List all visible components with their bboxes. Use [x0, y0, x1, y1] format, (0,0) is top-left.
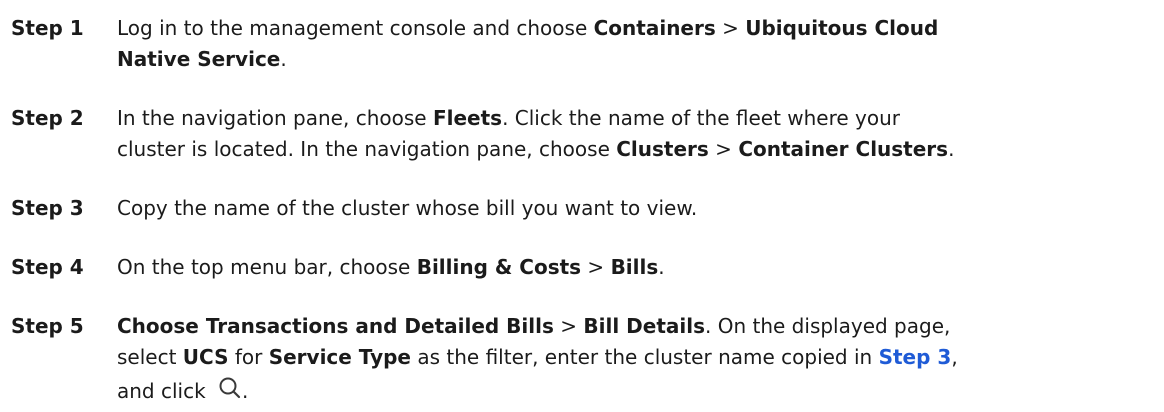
- step-cross-reference-link[interactable]: Step 3: [879, 345, 952, 369]
- step-label: Step 4: [11, 255, 84, 279]
- step-text-line: cluster is located. In the navigation pa…: [117, 134, 1157, 165]
- step-text-line: In the navigation pane, choose Fleets. C…: [117, 103, 1157, 134]
- step-text-line: Copy the name of the cluster whose bill …: [117, 193, 1157, 224]
- step-body: Choose Transactions and Detailed Bills >…: [117, 311, 1157, 410]
- step-text-line: select UCS for Service Type as the filte…: [117, 342, 1157, 373]
- step-text: and click: [117, 379, 213, 403]
- step-text: >: [553, 314, 584, 338]
- ui-term: Bills: [610, 255, 659, 279]
- ui-term: Ubiquitous Cloud: [745, 16, 939, 40]
- step-text: select: [117, 345, 183, 369]
- procedure-steps: Step 1 Log in to the management console …: [0, 0, 1164, 405]
- step-text: . On the displayed page,: [705, 314, 951, 338]
- step-text: .: [280, 47, 287, 71]
- step-text: as the filter, enter the cluster name co…: [411, 345, 879, 369]
- ui-term: Containers: [593, 16, 716, 40]
- step-text: . Click the name of the fleet where your: [502, 106, 901, 130]
- ui-term: Service Type: [268, 345, 411, 369]
- ui-term: Choose: [117, 314, 206, 338]
- ui-term: Transactions and Detailed Bills: [205, 314, 554, 338]
- step-text: In the navigation pane, choose: [117, 106, 433, 130]
- search-icon: [218, 375, 242, 399]
- step-label: Step 2: [11, 106, 84, 130]
- step-text: .: [242, 379, 249, 403]
- step-text: >: [581, 255, 611, 279]
- ui-term: Billing & Costs: [416, 255, 582, 279]
- step-body: In the navigation pane, choose Fleets. C…: [117, 103, 1157, 165]
- step-body: Log in to the management console and cho…: [117, 13, 1157, 75]
- step-text-line: Choose Transactions and Detailed Bills >…: [117, 311, 1157, 342]
- step-label: Step 5: [11, 314, 84, 338]
- step-text: .: [948, 137, 955, 161]
- step-text-line: and click .: [117, 373, 1157, 410]
- step-text: cluster is located. In the navigation pa…: [117, 137, 617, 161]
- step-label: Step 1: [11, 16, 84, 40]
- step-text: On the top menu bar, choose: [117, 255, 417, 279]
- ui-term: UCS: [182, 345, 229, 369]
- ui-term: Container Clusters: [738, 137, 949, 161]
- ui-term: Clusters: [616, 137, 709, 161]
- ui-term: Fleets: [432, 106, 503, 130]
- step-text-line: Log in to the management console and cho…: [117, 13, 1157, 44]
- step-text-line: Native Service.: [117, 44, 1157, 75]
- step-text: .: [658, 255, 665, 279]
- step-text: Log in to the management console and cho…: [117, 16, 594, 40]
- step-text: Copy the name of the cluster whose bill …: [117, 196, 698, 220]
- step-body: On the top menu bar, choose Billing & Co…: [117, 252, 1157, 283]
- step-label: Step 3: [11, 196, 84, 220]
- step-text-line: On the top menu bar, choose Billing & Co…: [117, 252, 1157, 283]
- ui-term: Native Service: [117, 47, 281, 71]
- step-text: >: [708, 137, 739, 161]
- step-text: >: [715, 16, 746, 40]
- step-body: Copy the name of the cluster whose bill …: [117, 193, 1157, 224]
- step-text: for: [228, 345, 269, 369]
- ui-term: Bill Details: [583, 314, 706, 338]
- step-text: ,: [951, 345, 958, 369]
